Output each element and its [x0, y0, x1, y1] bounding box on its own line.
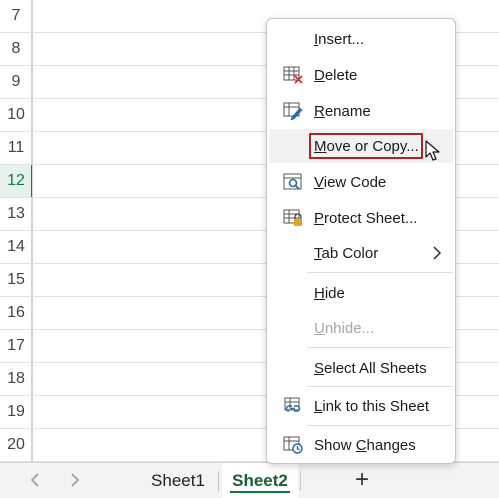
rename-sheet-icon [283, 102, 303, 121]
menu-item-label: Tab Color [314, 244, 379, 262]
row-headers: 7 8 9 10 11 12 13 14 15 16 17 18 19 20 [0, 0, 33, 462]
menu-item-label: Show Changes [314, 436, 416, 454]
row-header-15[interactable]: 15 [0, 264, 32, 297]
menu-item-insert[interactable]: Insert... [269, 22, 453, 56]
menu-item-link-to-this-sheet[interactable]: Link to this Sheet [269, 389, 453, 423]
menu-item-label: Unhide... [314, 319, 375, 337]
menu-item-label: Rename [314, 102, 371, 120]
row-header-12[interactable]: 12 [0, 165, 33, 198]
tab-separator [218, 471, 219, 491]
mouse-pointer-icon [425, 140, 440, 161]
menu-separator [307, 386, 453, 387]
menu-item-label: Delete [314, 66, 358, 84]
tab-separator [300, 471, 301, 491]
row-header-10[interactable]: 10 [0, 99, 32, 132]
menu-item-protect-sheet[interactable]: Protect Sheet... [269, 201, 453, 235]
active-tab-underline [230, 491, 290, 493]
menu-separator [307, 272, 453, 273]
menu-item-select-all-sheets[interactable]: Select All Sheets [269, 351, 453, 385]
row-header-8[interactable]: 8 [0, 33, 32, 66]
sheet-tab-sheet2[interactable]: Sheet2 [222, 463, 298, 498]
menu-item-show-changes[interactable]: Show Changes [269, 428, 453, 462]
menu-item-unhide: Unhide... [269, 311, 453, 345]
row-header-11[interactable]: 11 [0, 132, 32, 165]
chevron-left-icon[interactable] [24, 469, 46, 491]
menu-item-label: Select All Sheets [314, 359, 427, 377]
menu-item-view-code[interactable]: View Code [269, 165, 453, 199]
protect-sheet-icon [283, 209, 303, 227]
chevron-right-icon [431, 245, 443, 261]
chevron-right-icon[interactable] [64, 469, 86, 491]
sheet-tab-label: Sheet2 [232, 471, 288, 490]
sheet-tab-label: Sheet1 [151, 471, 205, 490]
row-header-16[interactable]: 16 [0, 297, 32, 330]
sheet-tab-sheet1[interactable]: Sheet1 [138, 463, 218, 498]
row-header-9[interactable]: 9 [0, 66, 32, 99]
row-header-17[interactable]: 17 [0, 330, 32, 363]
row-header-13[interactable]: 13 [0, 198, 32, 231]
column-divider [32, 0, 33, 462]
highlight-box [309, 133, 423, 159]
menu-item-label: Hide [314, 284, 345, 302]
row-header-19[interactable]: 19 [0, 396, 32, 429]
show-changes-icon [283, 436, 303, 454]
menu-item-label: View Code [314, 173, 387, 191]
menu-item-rename[interactable]: Rename [269, 94, 453, 128]
menu-item-label: Link to this Sheet [314, 397, 430, 415]
delete-sheet-icon [283, 66, 303, 84]
add-sheet-button[interactable]: + [350, 466, 374, 493]
link-sheet-icon [283, 397, 303, 415]
menu-item-tab-color[interactable]: Tab Color [269, 236, 453, 270]
row-header-7[interactable]: 7 [0, 0, 32, 33]
menu-separator [307, 347, 453, 348]
row-header-18[interactable]: 18 [0, 363, 32, 396]
row-header-20[interactable]: 20 [0, 429, 32, 462]
view-code-icon [283, 173, 303, 191]
menu-item-hide[interactable]: Hide [269, 276, 453, 310]
menu-item-label: Insert... [314, 30, 365, 48]
sheet-context-menu: Insert... Delete Rename Move or Copy... View… [266, 18, 456, 464]
menu-item-label: Protect Sheet... [314, 209, 418, 227]
menu-item-delete[interactable]: Delete [269, 58, 453, 92]
row-header-14[interactable]: 14 [0, 231, 32, 264]
menu-separator [307, 425, 453, 426]
sheet-tab-bar: Sheet1 Sheet2 + [0, 462, 499, 498]
